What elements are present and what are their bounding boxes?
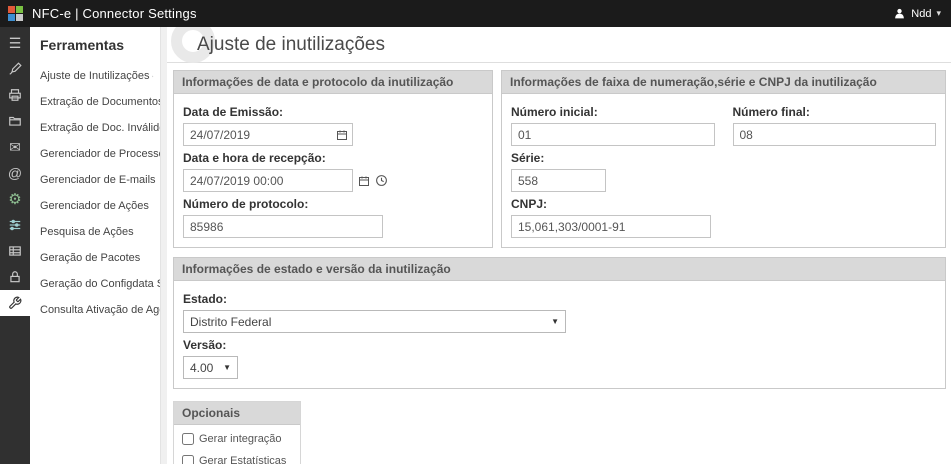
gerar-estatisticas-checkbox[interactable] [182, 455, 194, 464]
logo-square [16, 14, 23, 21]
versao-label: Versão: [183, 338, 936, 352]
sidebar-item-label: Extração de Doc. Inválidos [40, 122, 171, 134]
panel-opcionais: Opcionais Gerar integração Gerar Estatís… [173, 401, 301, 464]
main-area: Ajuste de inutilizações Informações de d… [167, 27, 951, 464]
wrench-icon-active[interactable] [0, 290, 30, 316]
calendar-icon[interactable] [358, 175, 370, 187]
sidebar-item-gerenciador-emails[interactable]: Gerenciador de E-mails [30, 167, 160, 193]
menu-icon[interactable]: ☰ [0, 30, 30, 56]
sidebar-item-ajuste-inutilizacoes[interactable]: Ajuste de Inutilizações [30, 63, 160, 89]
panel-opcionais-title: Opcionais [174, 402, 300, 425]
protocol-number-input[interactable] [183, 215, 383, 238]
logo-square [8, 6, 15, 13]
logo-square [16, 6, 23, 13]
panel-range-title: Informações de faixa de numeração,série … [502, 71, 945, 94]
sidebar-item-label: Pesquisa de Ações [40, 226, 134, 238]
serie-label: Série: [511, 151, 936, 165]
topbar: NFC-e | Connector Settings Ndd ▾ [0, 0, 951, 27]
versao-selected-value: 4.00 [190, 361, 213, 375]
sidebar-item-geracao-configdata-sat[interactable]: Geração do Configdata SAT [30, 271, 160, 297]
sidebar-item-label: Extração de Documentos [40, 96, 164, 108]
estado-select[interactable]: Distrito Federal ▼ [183, 310, 566, 333]
user-name: Ndd [911, 8, 931, 20]
table-icon[interactable] [0, 238, 30, 264]
numero-final-input[interactable] [733, 123, 937, 146]
page-title: Ajuste de inutilizações [197, 34, 385, 56]
numero-inicial-input[interactable] [511, 123, 715, 146]
sidebar-divider [160, 27, 167, 464]
sidebar-item-gerenciador-acoes[interactable]: Gerenciador de Ações [30, 193, 160, 219]
sidebar-title: Ferramentas [30, 35, 160, 63]
at-icon[interactable]: @ [0, 160, 30, 186]
numero-inicial-label: Número inicial: [511, 105, 715, 119]
sidebar-item-extracao-documentos[interactable]: Extração de Documentos [30, 89, 160, 115]
sliders-icon[interactable] [0, 212, 30, 238]
estado-label: Estado: [183, 292, 936, 306]
user-icon [893, 7, 906, 20]
content: Informações de data e protocolo da inuti… [167, 63, 951, 464]
protocol-number-label: Número de protocolo: [183, 197, 483, 211]
panel-date-protocol: Informações de data e protocolo da inuti… [173, 70, 493, 248]
emission-date-label: Data de Emissão: [183, 105, 483, 119]
estado-selected-value: Distrito Federal [190, 315, 271, 329]
numero-final-label: Número final: [733, 105, 937, 119]
user-menu[interactable]: Ndd ▾ [893, 7, 941, 20]
icon-rail: ☰ ✉ @ ⚙ [0, 27, 30, 464]
select-arrow-icon: ▼ [551, 317, 559, 326]
checkbox-label: Gerar integração [199, 433, 282, 445]
sidebar-item-label: Gerenciador de Ações [40, 200, 149, 212]
sidebar: Ferramentas Ajuste de Inutilizações Extr… [30, 27, 160, 464]
checkbox-gerar-estatisticas[interactable]: Gerar Estatísticas [174, 450, 300, 464]
reception-datetime-input[interactable] [183, 169, 353, 192]
checkbox-label: Gerar Estatísticas [199, 455, 286, 464]
app-title: NFC-e | Connector Settings [32, 6, 197, 21]
panel-date-protocol-title: Informações de data e protocolo da inuti… [174, 71, 492, 94]
cnpj-label: CNPJ: [511, 197, 936, 211]
app-window: NFC-e | Connector Settings Ndd ▾ ☰ ✉ @ ⚙ [0, 0, 951, 464]
sidebar-item-geracao-pacotes[interactable]: Geração de Pacotes [30, 245, 160, 271]
checkbox-gerar-integracao[interactable]: Gerar integração [174, 428, 300, 450]
gerar-integracao-checkbox[interactable] [182, 433, 194, 445]
ndd-logo [8, 6, 23, 21]
cursor-icon [152, 71, 154, 82]
sidebar-item-gerenciador-processos[interactable]: Gerenciador de Processos [30, 141, 160, 167]
mail-icon[interactable]: ✉ [0, 134, 30, 160]
sidebar-item-label: Ajuste de Inutilizações [40, 70, 149, 82]
folders-icon[interactable] [0, 108, 30, 134]
sidebar-item-label: Geração de Pacotes [40, 252, 140, 264]
sidebar-item-pesquisa-acoes[interactable]: Pesquisa de Ações [30, 219, 160, 245]
sidebar-item-label: Gerenciador de Processos [40, 148, 170, 160]
sidebar-item-label: Geração do Configdata SAT [40, 278, 177, 290]
brush-icon[interactable] [0, 56, 30, 82]
sidebar-item-label: Gerenciador de E-mails [40, 174, 156, 186]
lock-icon[interactable] [0, 264, 30, 290]
calendar-icon[interactable] [336, 129, 348, 141]
cnpj-input[interactable] [511, 215, 711, 238]
serie-input[interactable] [511, 169, 606, 192]
clock-icon[interactable] [375, 174, 388, 187]
chevron-down-icon: ▾ [936, 8, 941, 19]
panel-state-version: Informações de estado e versão da inutil… [173, 257, 946, 389]
printer-icon[interactable] [0, 82, 30, 108]
select-arrow-icon: ▼ [223, 363, 231, 372]
emission-date-input[interactable] [183, 123, 353, 146]
logo-square [8, 14, 15, 21]
panel-state-title: Informações de estado e versão da inutil… [174, 258, 945, 281]
panel-range-serie-cnpj: Informações de faixa de numeração,série … [501, 70, 946, 248]
reception-datetime-label: Data e hora de recepção: [183, 151, 483, 165]
sidebar-item-extracao-doc-invalidos[interactable]: Extração de Doc. Inválidos [30, 115, 160, 141]
gear-icon[interactable]: ⚙ [0, 186, 30, 212]
sidebar-item-consulta-ativacao-agente[interactable]: Consulta Ativação de Agente [30, 297, 160, 323]
page-header: Ajuste de inutilizações [167, 27, 951, 63]
versao-select[interactable]: 4.00 ▼ [183, 356, 238, 379]
